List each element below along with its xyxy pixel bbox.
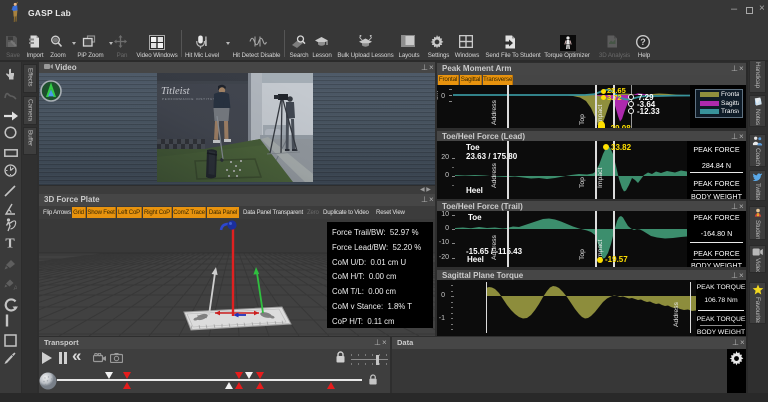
svg-text:?: ? (640, 37, 646, 47)
svg-text:A: A (14, 285, 18, 291)
svg-text:T: T (5, 237, 15, 250)
